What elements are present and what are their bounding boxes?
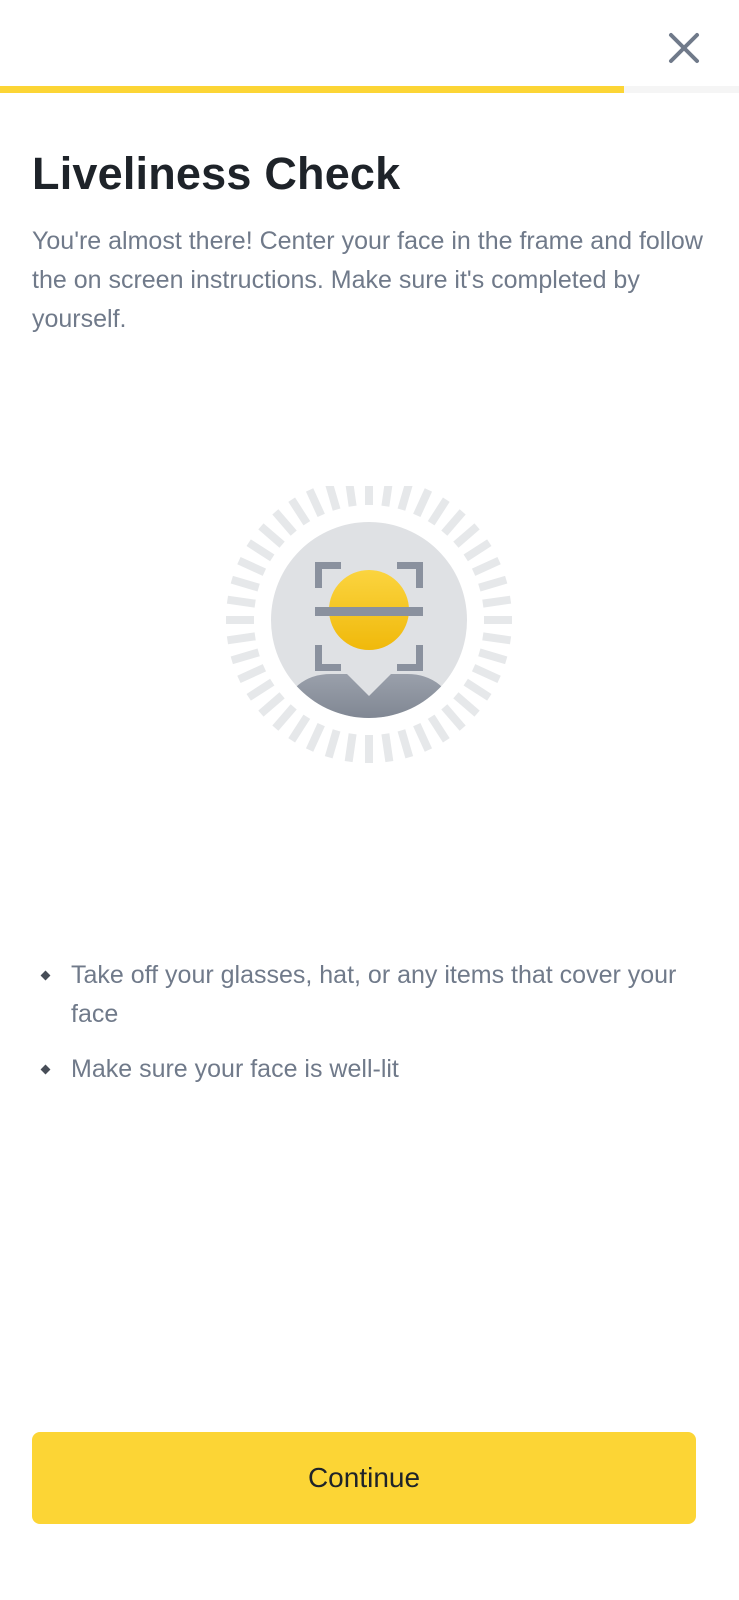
ring-tick — [344, 733, 357, 763]
page-title: Liveliness Check — [32, 148, 401, 199]
ring-tick — [246, 539, 275, 562]
ring-tick — [427, 497, 450, 526]
ring-tick — [427, 714, 450, 743]
ring-tick — [463, 539, 492, 562]
ring-tick — [226, 632, 256, 645]
ring-tick — [471, 556, 501, 576]
ring-tick — [471, 664, 501, 684]
ring-tick — [226, 595, 256, 608]
scan-line — [315, 607, 423, 616]
ring-tick — [272, 509, 297, 536]
ring-tick — [453, 692, 480, 717]
bullet-icon — [40, 970, 51, 981]
progress-bar — [0, 86, 739, 93]
ring-tick — [397, 481, 414, 511]
ring-tick — [305, 722, 325, 752]
bullet-icon — [40, 1064, 51, 1075]
ring-tick — [482, 595, 512, 608]
ring-tick — [453, 523, 480, 548]
ring-tick — [344, 477, 357, 507]
tip-text: Take off your glasses, hat, or any items… — [71, 961, 677, 1028]
ring-tick — [463, 678, 492, 701]
tips-list: Take off your glasses, hat, or any items… — [40, 956, 710, 1105]
ring-tick — [413, 722, 433, 752]
ring-tick — [441, 704, 466, 731]
ring-tick — [324, 481, 341, 511]
ring-tick — [397, 729, 414, 759]
tip-text: Make sure your face is well-lit — [71, 1055, 399, 1083]
ring-tick — [246, 678, 275, 701]
ring-tick — [305, 488, 325, 518]
continue-button[interactable]: Continue — [32, 1432, 696, 1524]
ring-tick — [441, 509, 466, 536]
ring-tick — [258, 692, 285, 717]
progress-fill — [0, 86, 625, 93]
tip-item: Take off your glasses, hat, or any items… — [40, 956, 710, 1034]
ring-tick — [381, 477, 394, 507]
face-scan-illustration — [219, 477, 519, 786]
ring-tick — [237, 556, 267, 576]
tip-item: Make sure your face is well-lit — [40, 1050, 710, 1089]
ring-tick — [258, 523, 285, 548]
close-button[interactable] — [664, 28, 704, 68]
ring-tick — [230, 575, 260, 592]
ring-tick — [478, 648, 508, 665]
close-icon — [669, 33, 699, 63]
ring-tick — [288, 497, 311, 526]
ring-tick — [237, 664, 267, 684]
face-scan-icon — [226, 477, 512, 763]
ring-tick — [324, 729, 341, 759]
ring-tick — [381, 733, 394, 763]
page-subtitle: You're almost there! Center your face in… — [32, 227, 703, 333]
ring-tick — [482, 632, 512, 645]
ring-tick — [272, 704, 297, 731]
ring-tick — [288, 714, 311, 743]
ring-tick — [478, 575, 508, 592]
ring-tick — [230, 648, 260, 665]
ring-tick — [413, 488, 433, 518]
